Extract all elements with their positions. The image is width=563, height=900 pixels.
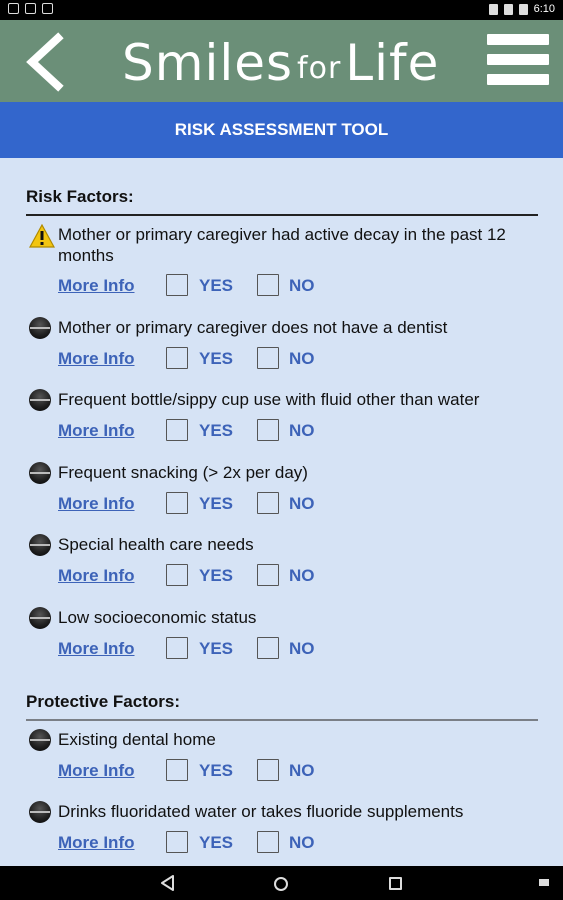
page-title: RISK ASSESSMENT TOOL bbox=[174, 120, 389, 139]
yes-label: YES bbox=[199, 494, 234, 513]
no-checkbox[interactable] bbox=[257, 347, 279, 369]
no-checkbox[interactable] bbox=[257, 419, 279, 441]
system-nav-bar bbox=[0, 866, 563, 900]
no-checkbox[interactable] bbox=[257, 274, 279, 296]
notification-icons bbox=[8, 3, 53, 14]
more-info-link[interactable]: More Info bbox=[58, 421, 135, 441]
yes-checkbox[interactable] bbox=[166, 759, 188, 781]
no-checkbox[interactable] bbox=[257, 564, 279, 586]
no-label: NO bbox=[289, 494, 315, 513]
more-info-link[interactable]: More Info bbox=[58, 494, 135, 514]
assessment-content[interactable]: Risk Factors: Mother or primary caregive… bbox=[0, 158, 563, 866]
risk-factor-text: Mother or primary caregiver does not hav… bbox=[58, 318, 448, 337]
dot-icon bbox=[29, 801, 51, 823]
no-checkbox[interactable] bbox=[257, 831, 279, 853]
more-info-link[interactable]: More Info bbox=[58, 833, 135, 853]
risk-factor-text: Frequent bottle/sippy cup use with fluid… bbox=[58, 390, 480, 409]
section-divider bbox=[26, 214, 538, 216]
yes-label: YES bbox=[199, 639, 234, 658]
menu-bar-icon bbox=[487, 34, 549, 45]
more-info-link[interactable]: More Info bbox=[58, 761, 135, 781]
mail-notification-icon bbox=[42, 3, 53, 14]
risk-factors-heading: Risk Factors: bbox=[26, 187, 134, 206]
no-label: NO bbox=[289, 566, 315, 585]
dot-icon bbox=[29, 534, 51, 556]
no-label: NO bbox=[289, 833, 315, 852]
dot-icon bbox=[29, 607, 51, 629]
vibrate-icon bbox=[488, 3, 498, 15]
status-bar: 6:10 bbox=[0, 0, 563, 20]
no-label: NO bbox=[289, 421, 315, 440]
dot-icon bbox=[29, 462, 51, 484]
battery-icon bbox=[518, 3, 528, 15]
protective-factor-text: Drinks fluoridated water or takes fluori… bbox=[58, 802, 464, 821]
image-notification-icon bbox=[8, 3, 19, 14]
warning-icon bbox=[28, 223, 56, 248]
protective-factor-text: Existing dental home bbox=[58, 730, 216, 749]
protective-factors-heading: Protective Factors: bbox=[26, 692, 180, 711]
no-label: NO bbox=[289, 349, 315, 368]
no-checkbox[interactable] bbox=[257, 637, 279, 659]
more-info-link[interactable]: More Info bbox=[58, 276, 135, 296]
system-icons: 6:10 bbox=[488, 3, 555, 15]
menu-bar-icon bbox=[487, 74, 549, 85]
dot-icon bbox=[29, 389, 51, 411]
yes-checkbox[interactable] bbox=[166, 831, 188, 853]
status-time: 6:10 bbox=[533, 3, 555, 15]
more-info-link[interactable]: More Info bbox=[58, 349, 135, 369]
yes-checkbox[interactable] bbox=[166, 347, 188, 369]
yes-checkbox[interactable] bbox=[166, 492, 188, 514]
more-info-link[interactable]: More Info bbox=[58, 566, 135, 586]
app-logo: Smiles forLife bbox=[122, 34, 439, 92]
yes-label: YES bbox=[199, 276, 234, 295]
no-label: NO bbox=[289, 761, 315, 780]
dot-icon bbox=[29, 729, 51, 751]
yes-checkbox[interactable] bbox=[166, 274, 188, 296]
keyboard-switch-icon[interactable] bbox=[538, 877, 550, 889]
yes-label: YES bbox=[199, 566, 234, 585]
logo-text-for: for bbox=[297, 51, 342, 86]
photo-notification-icon bbox=[25, 3, 36, 14]
dot-icon bbox=[29, 317, 51, 339]
chevron-left-icon bbox=[26, 32, 64, 92]
back-button[interactable] bbox=[22, 32, 72, 92]
yes-label: YES bbox=[199, 833, 234, 852]
wifi-icon bbox=[503, 3, 513, 15]
no-label: NO bbox=[289, 276, 315, 295]
app-header: Smiles forLife bbox=[0, 20, 563, 102]
more-info-link[interactable]: More Info bbox=[58, 639, 135, 659]
yes-label: YES bbox=[199, 761, 234, 780]
risk-factor-text: Special health care needs bbox=[58, 535, 254, 554]
section-divider bbox=[26, 719, 538, 721]
risk-factor-text: Mother or primary caregiver had active d… bbox=[58, 225, 506, 265]
no-label: NO bbox=[289, 639, 315, 658]
no-checkbox[interactable] bbox=[257, 492, 279, 514]
risk-factor-text: Frequent snacking (> 2x per day) bbox=[58, 463, 308, 482]
nav-back-icon[interactable] bbox=[160, 875, 176, 891]
yes-checkbox[interactable] bbox=[166, 419, 188, 441]
logo-text-smiles: Smiles bbox=[122, 34, 294, 92]
nav-home-icon[interactable] bbox=[274, 877, 288, 891]
hamburger-menu-button[interactable] bbox=[487, 34, 549, 86]
yes-checkbox[interactable] bbox=[166, 564, 188, 586]
no-checkbox[interactable] bbox=[257, 759, 279, 781]
risk-factor-text: Low socioeconomic status bbox=[58, 608, 257, 627]
logo-text-life: Life bbox=[345, 34, 440, 92]
yes-label: YES bbox=[199, 421, 234, 440]
yes-label: YES bbox=[199, 349, 234, 368]
menu-bar-icon bbox=[487, 54, 549, 65]
nav-recents-icon[interactable] bbox=[389, 877, 402, 890]
yes-checkbox[interactable] bbox=[166, 637, 188, 659]
page-title-bar: RISK ASSESSMENT TOOL bbox=[0, 102, 563, 158]
